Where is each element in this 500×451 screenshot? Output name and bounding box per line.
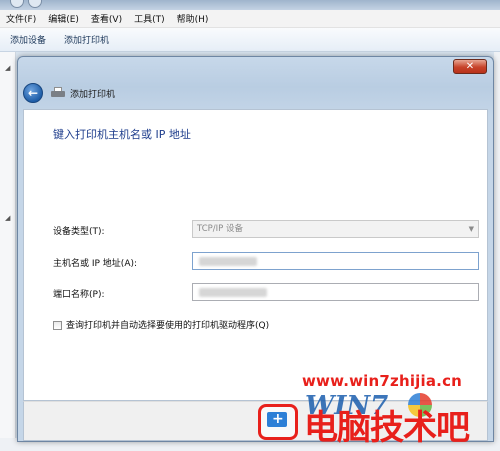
- dialog-content: 键入打印机主机名或 IP 地址 设备类型(T): TCP/IP 设备 ▼ 主机名…: [23, 109, 488, 401]
- chevron-down-icon: ▼: [468, 225, 474, 233]
- expand-arrow-icon[interactable]: ◢: [5, 214, 10, 222]
- brand-logo-icon: +: [258, 404, 298, 440]
- window-edge: [494, 52, 500, 451]
- navigation-pane: ◢ ◢: [0, 52, 16, 442]
- query-printer-label[interactable]: 查询打印机并自动选择要使用的打印机驱动程序(Q): [66, 318, 269, 331]
- menubar: 文件(F) 编辑(E) 查看(V) 工具(T) 帮助(H): [0, 10, 500, 28]
- parent-back-circle: [10, 0, 24, 8]
- menu-help[interactable]: 帮助(H): [177, 12, 209, 25]
- close-icon: ✕: [465, 61, 475, 72]
- hostname-label: 主机名或 IP 地址(A):: [53, 259, 138, 269]
- device-type-value: TCP/IP 设备: [197, 224, 243, 234]
- hostname-input[interactable]: [192, 252, 479, 270]
- port-name-label: 端口名称(P):: [53, 290, 105, 300]
- command-bar: 添加设备 添加打印机: [0, 28, 500, 52]
- dialog-titlebar: ✕: [18, 57, 493, 79]
- redacted-text: [199, 257, 257, 266]
- menu-view[interactable]: 查看(V): [91, 12, 122, 25]
- menu-edit[interactable]: 编辑(E): [48, 12, 79, 25]
- watermark-url: www.win7zhijia.cn: [302, 372, 463, 390]
- add-device-button[interactable]: 添加设备: [10, 33, 46, 46]
- query-printer-checkbox[interactable]: [53, 321, 62, 330]
- dialog-navbar: ← 添加打印机: [18, 79, 493, 107]
- dialog-title: 添加打印机: [70, 89, 116, 100]
- watermark-brand: 电脑技术吧: [304, 408, 470, 448]
- menu-file[interactable]: 文件(F): [6, 12, 36, 25]
- port-name-input[interactable]: [192, 283, 479, 301]
- page-heading: 键入打印机主机名或 IP 地址: [53, 128, 191, 141]
- expand-arrow-icon[interactable]: ◢: [5, 64, 10, 72]
- parent-forward-circle: [28, 0, 42, 8]
- back-button[interactable]: ←: [23, 83, 43, 103]
- device-type-label: 设备类型(T):: [53, 227, 105, 237]
- device-type-select[interactable]: TCP/IP 设备 ▼: [192, 220, 479, 238]
- parent-window-titlebar: [0, 0, 500, 10]
- printer-icon: [51, 87, 65, 99]
- redacted-text: [199, 288, 267, 297]
- close-button[interactable]: ✕: [453, 59, 487, 74]
- back-arrow-icon: ←: [27, 85, 39, 100]
- menu-tools[interactable]: 工具(T): [134, 12, 165, 25]
- add-printer-button[interactable]: 添加打印机: [64, 33, 109, 46]
